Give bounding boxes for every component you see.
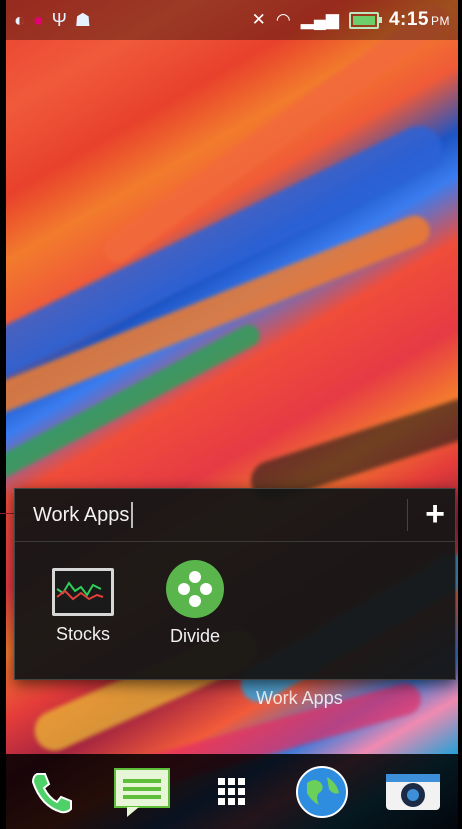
android-debug-icon: ☗ [74,9,91,30]
text-cursor [131,502,134,528]
folder-app-grid: Stocks Divide [15,542,455,647]
stocks-icon [52,568,114,616]
clock: 4:15 PM [388,9,450,30]
messages-icon[interactable] [113,763,171,821]
battery-icon [348,11,382,29]
add-app-button[interactable]: + [425,495,445,533]
wifi-icon: ◠ [275,10,291,29]
browser-icon[interactable] [293,763,351,821]
folder-name-input[interactable]: Work Apps [33,504,129,527]
status-right: ✕ ◠ ▂▄▆ 4:15 PM [252,9,450,31]
home-folder-label[interactable]: Work Apps [256,688,343,709]
mute-icon: ✕ [251,10,266,29]
signal-icon: ▂▄▆ [300,10,339,29]
app-drawer-icon[interactable] [203,763,261,821]
app-label-divide: Divide [169,626,221,646]
divide-icon [166,560,224,618]
app-divide[interactable]: Divide [159,560,231,647]
folder-header: Work Apps + [15,489,455,542]
phone-icon[interactable] [22,763,80,821]
dock [6,754,458,829]
camera-icon[interactable] [384,763,442,821]
wifi-connect-icon: ◐ [14,9,25,30]
app-stocks[interactable]: Stocks [47,560,119,647]
folder-popup: Work Apps + Stocks Divide [14,488,456,680]
status-bar: ◐ ● Ψ ☗ ✕ ◠ ▂▄▆ 4:15 PM [6,0,458,40]
header-divider [407,499,408,531]
phone-screen: ◐ ● Ψ ☗ ✕ ◠ ▂▄▆ 4:15 PM Work Apps [6,0,458,829]
usb-icon: Ψ [51,9,67,30]
app-label-stocks: Stocks [55,624,111,644]
tmobile-icon: ● [32,9,44,30]
